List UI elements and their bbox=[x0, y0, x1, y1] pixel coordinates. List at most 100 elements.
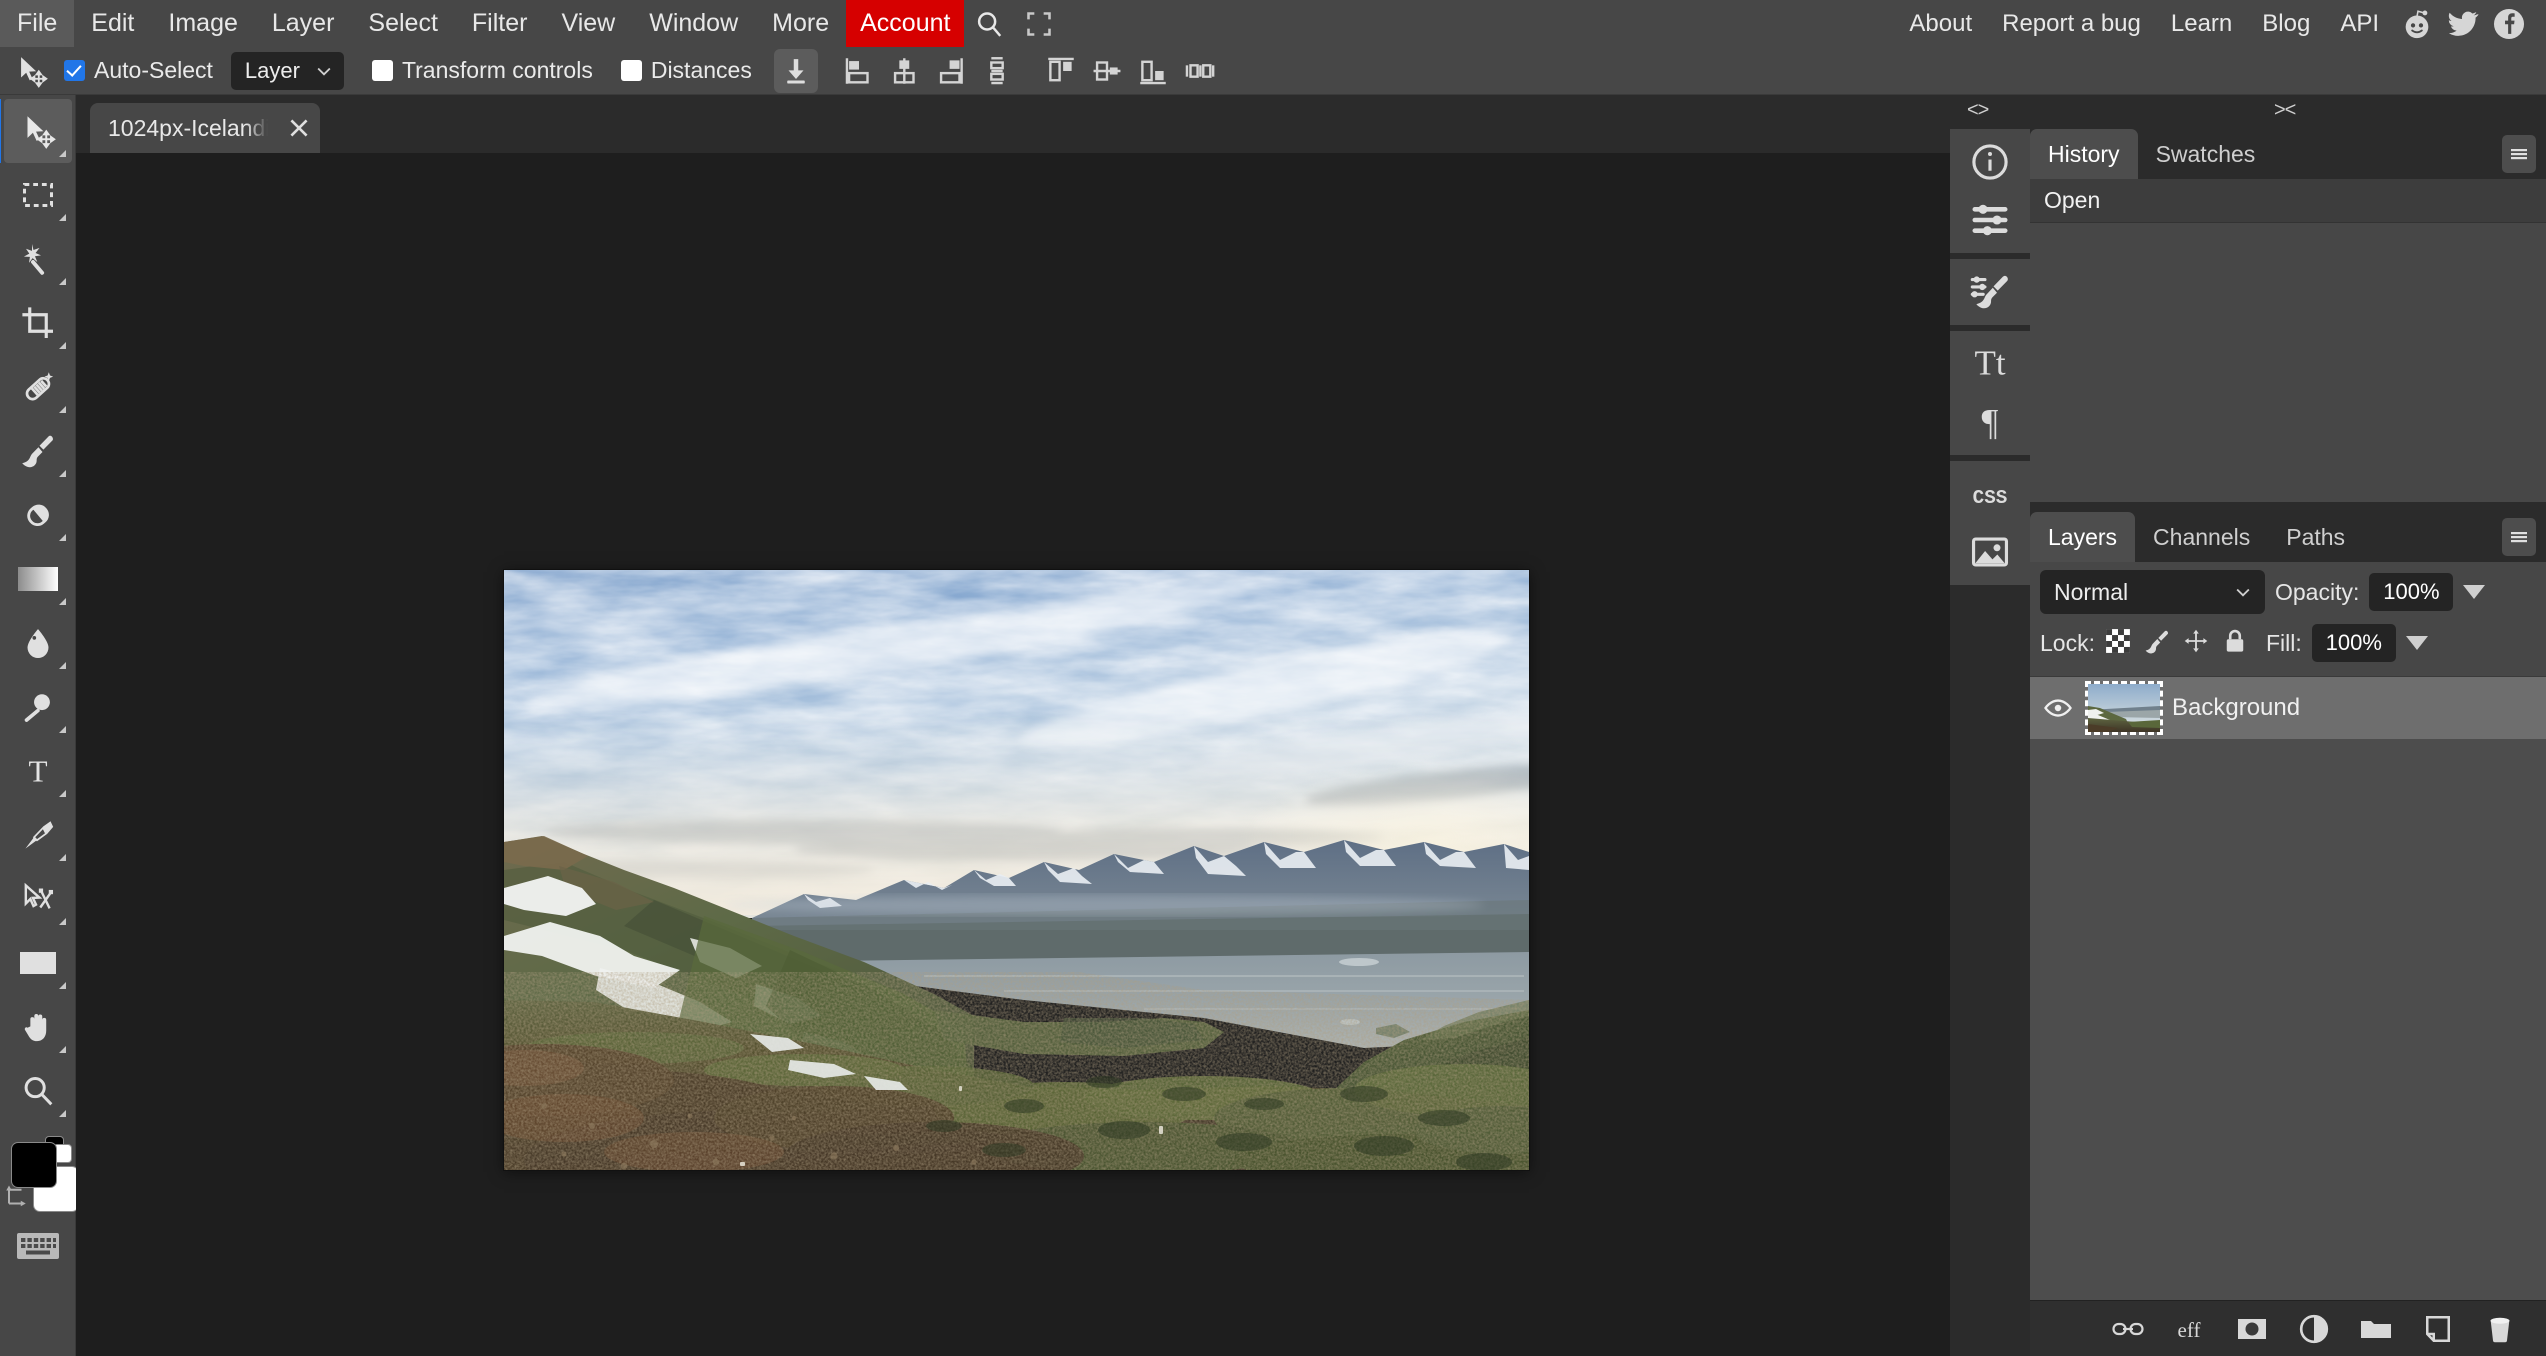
crop-tool[interactable] bbox=[4, 291, 72, 355]
add-layer-mask-icon[interactable] bbox=[2232, 1309, 2272, 1349]
layers-panel-menu-icon[interactable] bbox=[2502, 518, 2536, 556]
auto-select-target-dropdown[interactable]: Layer bbox=[230, 51, 344, 90]
default-background-swatch[interactable] bbox=[53, 1145, 71, 1162]
history-item-open[interactable]: Open bbox=[2030, 179, 2546, 223]
reddit-icon[interactable] bbox=[2394, 0, 2440, 47]
brush-tool[interactable] bbox=[4, 419, 72, 483]
menu-account[interactable]: Account bbox=[846, 0, 965, 47]
brush-settings-icon[interactable] bbox=[1950, 263, 2030, 321]
distances-checkbox-box[interactable] bbox=[620, 60, 642, 81]
layer-list[interactable]: Background bbox=[2030, 676, 2546, 1300]
menu-layer[interactable]: Layer bbox=[255, 0, 352, 47]
menu-more[interactable]: More bbox=[755, 0, 846, 47]
path-selection-tool[interactable] bbox=[4, 867, 72, 931]
link-layers-icon[interactable] bbox=[2108, 1309, 2148, 1349]
layer-thumbnail[interactable] bbox=[2085, 681, 2163, 735]
keyboard-icon[interactable] bbox=[16, 1233, 59, 1259]
menu-edit[interactable]: Edit bbox=[74, 0, 151, 47]
align-top-edges-icon[interactable] bbox=[1038, 49, 1084, 93]
collapse-panels-icon[interactable]: >< bbox=[2274, 99, 2296, 122]
menu-select[interactable]: Select bbox=[351, 0, 454, 47]
search-icon[interactable] bbox=[964, 0, 1014, 47]
distribute-horizontal-icon[interactable] bbox=[1176, 49, 1222, 93]
align-horizontal-centers-icon[interactable] bbox=[882, 49, 928, 93]
transform-controls-checkbox[interactable]: Transform controls bbox=[371, 57, 593, 84]
clone-stamp-tool[interactable] bbox=[4, 483, 72, 547]
distances-checkbox[interactable]: Distances bbox=[620, 57, 752, 84]
move-tool[interactable] bbox=[0, 99, 72, 163]
rectangle-tool[interactable] bbox=[4, 931, 72, 995]
align-bottom-edges-icon[interactable] bbox=[1130, 49, 1176, 93]
menu-view[interactable]: View bbox=[544, 0, 632, 47]
blur-tool[interactable] bbox=[4, 611, 72, 675]
rectangular-marquee-tool[interactable] bbox=[4, 163, 72, 227]
gradient-tool[interactable] bbox=[4, 547, 72, 611]
layers-footer: eff bbox=[2030, 1300, 2546, 1356]
delete-layer-icon[interactable] bbox=[2480, 1309, 2520, 1349]
close-icon[interactable] bbox=[284, 111, 314, 145]
lock-position-icon[interactable] bbox=[2183, 628, 2209, 659]
dodge-tool[interactable] bbox=[4, 675, 72, 739]
paragraph-icon[interactable]: ¶ bbox=[1950, 393, 2030, 451]
link-learn[interactable]: Learn bbox=[2156, 0, 2247, 47]
new-group-icon[interactable] bbox=[2356, 1309, 2396, 1349]
menu-image[interactable]: Image bbox=[151, 0, 254, 47]
adjustment-layer-icon[interactable] bbox=[2294, 1309, 2334, 1349]
menu-file[interactable]: File bbox=[0, 0, 75, 47]
document-tab[interactable]: 1024px-Icelandic_Lan bbox=[90, 103, 320, 153]
lock-transparent-pixels-icon[interactable] bbox=[2105, 628, 2131, 659]
lock-image-pixels-icon[interactable] bbox=[2144, 628, 2170, 659]
eye-icon[interactable] bbox=[2040, 693, 2076, 723]
link-api[interactable]: API bbox=[2325, 0, 2394, 47]
canvas-stage[interactable] bbox=[76, 153, 1950, 1356]
auto-select-checkbox-box[interactable] bbox=[64, 60, 85, 81]
opacity-slider-caret[interactable] bbox=[2463, 585, 2486, 599]
align-right-edges-icon[interactable] bbox=[928, 49, 974, 93]
align-left-edges-icon[interactable] bbox=[836, 49, 882, 93]
type-tool[interactable]: T bbox=[4, 739, 72, 803]
layer-effects-icon[interactable]: eff bbox=[2170, 1309, 2210, 1349]
facebook-icon[interactable] bbox=[2486, 0, 2532, 47]
history-panel-menu-icon[interactable] bbox=[2502, 135, 2536, 173]
expand-collapse-icon[interactable]: <> bbox=[1967, 99, 1989, 122]
hand-tool[interactable] bbox=[4, 995, 72, 1059]
transform-controls-checkbox-box[interactable] bbox=[371, 60, 393, 81]
fill-value[interactable]: 100% bbox=[2311, 624, 2396, 662]
panel-divider[interactable] bbox=[2030, 502, 2546, 512]
opacity-value[interactable]: 100% bbox=[2369, 573, 2454, 611]
download-icon[interactable] bbox=[773, 48, 818, 93]
image-icon[interactable] bbox=[1950, 523, 2030, 581]
align-vertical-distribute-icon[interactable] bbox=[974, 49, 1020, 93]
move-tool-icon[interactable] bbox=[8, 51, 54, 91]
document-canvas[interactable] bbox=[504, 570, 1529, 1170]
twitter-icon[interactable] bbox=[2440, 0, 2486, 47]
lock-all-icon[interactable] bbox=[2222, 628, 2248, 659]
link-report-a-bug[interactable]: Report a bug bbox=[1987, 0, 2156, 47]
tab-channels[interactable]: Channels bbox=[2135, 512, 2268, 562]
adjustments-icon[interactable] bbox=[1950, 191, 2030, 249]
menu-window[interactable]: Window bbox=[632, 0, 755, 47]
zoom-tool[interactable] bbox=[4, 1059, 72, 1123]
tab-layers[interactable]: Layers bbox=[2030, 512, 2136, 562]
css-icon[interactable]: CSS bbox=[1950, 465, 2030, 523]
character-icon[interactable]: Tt bbox=[1950, 335, 2030, 393]
menu-filter[interactable]: Filter bbox=[455, 0, 545, 47]
blend-mode-dropdown[interactable]: Normal bbox=[2040, 570, 2265, 614]
tab-swatches[interactable]: Swatches bbox=[2138, 129, 2274, 179]
tab-paths[interactable]: Paths bbox=[2268, 512, 2363, 562]
layer-row-background[interactable]: Background bbox=[2030, 677, 2546, 739]
align-vertical-centers-icon[interactable] bbox=[1084, 49, 1130, 93]
pen-tool[interactable] bbox=[4, 803, 72, 867]
info-icon[interactable] bbox=[1950, 133, 2030, 191]
history-list[interactable]: Open bbox=[2030, 179, 2546, 502]
magic-wand-tool[interactable] bbox=[4, 227, 72, 291]
fill-slider-caret[interactable] bbox=[2405, 636, 2428, 650]
link-about[interactable]: About bbox=[1894, 0, 1987, 47]
swap-colors-icon[interactable] bbox=[4, 1181, 34, 1216]
link-blog[interactable]: Blog bbox=[2247, 0, 2325, 47]
auto-select-checkbox[interactable]: Auto-Select bbox=[64, 57, 213, 84]
tab-history[interactable]: History bbox=[2030, 129, 2138, 179]
spot-healing-brush-tool[interactable] bbox=[4, 355, 72, 419]
fullscreen-icon[interactable] bbox=[1014, 0, 1064, 47]
new-layer-icon[interactable] bbox=[2418, 1309, 2458, 1349]
